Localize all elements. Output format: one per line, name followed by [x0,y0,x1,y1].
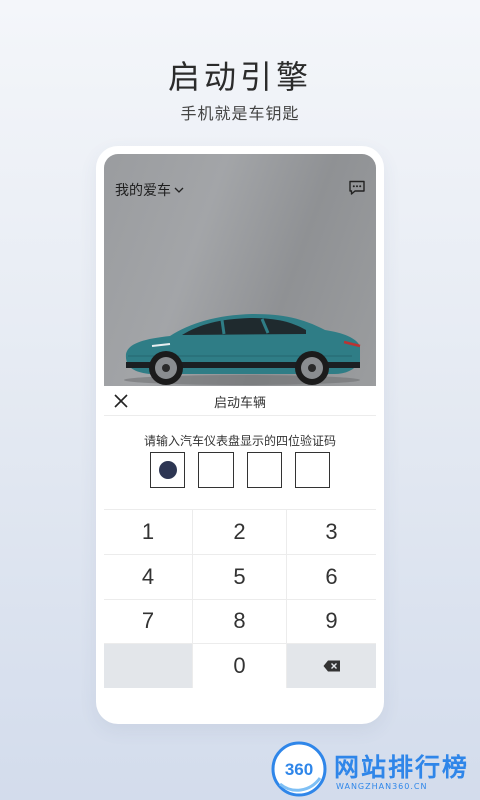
code-slot-4[interactable] [294,452,330,488]
key-1[interactable]: 1 [104,510,193,555]
car-image [124,314,361,385]
site-logo: 360 [271,741,327,797]
app-screen: 我的爱车 启动车辆 请输入汽车仪表盘显示的四位验证码 1 2 3 4 5 6 7… [104,154,376,688]
sheet-title: 启动车辆 [213,396,266,411]
code-slot-3[interactable] [246,452,282,488]
key-9[interactable]: 9 [287,599,376,645]
key-6[interactable]: 6 [287,554,376,600]
numeric-keypad: 1 2 3 4 5 6 7 8 9 0 [104,509,376,688]
code-instruction: 请输入汽车仪表盘显示的四位验证码 [143,434,336,448]
key-8[interactable]: 8 [193,599,287,645]
my-car-label: 我的爱车 [115,183,171,199]
backspace-icon [323,660,340,672]
filled-digit-dot [158,461,177,479]
code-slot-2[interactable] [198,452,234,488]
site-name: 网站排行榜 [334,753,470,782]
my-car-selector[interactable]: 我的爱车 [115,180,184,200]
code-slot-1[interactable] [150,452,186,488]
key-0[interactable]: 0 [193,644,287,688]
sheet-header: 启动车辆 [104,386,376,416]
chevron-down-icon [174,187,184,193]
promo-headline: 启动引擎 [167,58,312,96]
car-hero: 我的爱车 [104,154,376,386]
key-4[interactable]: 4 [104,554,193,600]
verification-code-input[interactable] [150,452,330,488]
backspace-button[interactable] [287,644,376,688]
key-blank [104,644,193,688]
key-2[interactable]: 2 [193,510,287,555]
site-url: WANGZHAN360.CN [336,782,428,791]
chat-bubble-icon[interactable] [348,180,366,196]
key-5[interactable]: 5 [193,554,287,600]
key-3[interactable]: 3 [287,510,376,555]
watermark: 360 网站排行榜 WANGZHAN360.CN [262,738,480,800]
key-7[interactable]: 7 [104,599,193,645]
promo-subheadline: 手机就是车钥匙 [180,104,300,123]
logo-text: 360 [285,760,313,779]
